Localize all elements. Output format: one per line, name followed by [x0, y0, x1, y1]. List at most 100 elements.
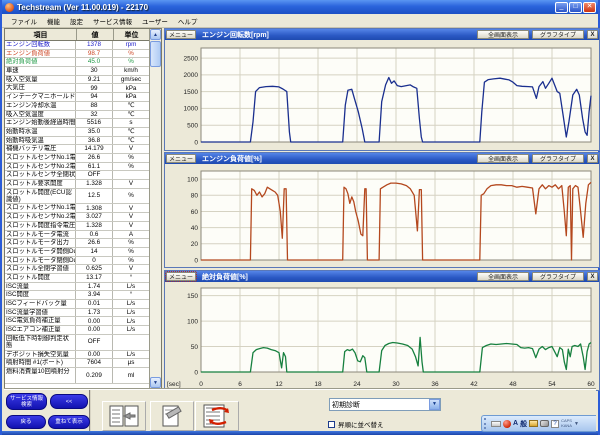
ime-language-bar[interactable]: A 般 ? CAPSKANA ▼: [481, 415, 596, 432]
table-row[interactable]: スロットル開度指令電圧1.328V: [5, 222, 149, 231]
svg-text:60: 60: [587, 381, 595, 388]
table-row[interactable]: スロットルセンサ全閉状態OFF: [5, 171, 149, 180]
menu-item[interactable]: サービス情報: [88, 16, 137, 26]
ime-options-icon[interactable]: ▼: [574, 421, 579, 427]
fullscreen-button[interactable]: 全画面表示: [477, 272, 529, 281]
cell-item: スロットルモータ電流: [5, 231, 76, 239]
cell-value: 26.6: [76, 154, 113, 162]
ime-input-mode[interactable]: A: [513, 420, 518, 427]
scroll-thumb[interactable]: [150, 41, 161, 67]
tools-icon[interactable]: [540, 420, 549, 427]
table-row[interactable]: エンジン冷却水温88℃: [5, 102, 149, 111]
drag-handle[interactable]: [484, 418, 489, 429]
table-row[interactable]: 吸入空気温度32℃: [5, 111, 149, 120]
table-row[interactable]: ISC開度3.94°: [5, 291, 149, 300]
table-row[interactable]: ISC電気負荷補正量0.00L/s: [5, 317, 149, 326]
menu-item[interactable]: ヘルプ: [173, 16, 203, 26]
table-row[interactable]: スロットルセンサNo.1電圧比26.6%: [5, 154, 149, 163]
scroll-up-button[interactable]: ▲: [150, 29, 161, 40]
table-row[interactable]: 吸入空気量9.21gm/sec: [5, 76, 149, 85]
refresh-list-button[interactable]: [195, 401, 239, 431]
cell-unit: °: [113, 291, 149, 299]
chart-close-button[interactable]: X: [587, 30, 598, 39]
chart-menu-button[interactable]: メニュー: [166, 154, 196, 163]
table-row[interactable]: ISC流量1.74L/s: [5, 283, 149, 292]
back-button[interactable]: 戻る: [6, 415, 46, 429]
menubar: ファイル機能設定サービス情報ユーザーヘルプ: [2, 14, 598, 28]
table-row[interactable]: ISCフィードバック量0.01L/s: [5, 300, 149, 309]
annotate-button[interactable]: [150, 401, 194, 431]
table-row[interactable]: スロットルモータ閉側Duty比0%: [5, 257, 149, 266]
cell-unit: V: [113, 222, 149, 230]
table-row[interactable]: 燃料消費量10回噴射分0.209ml: [5, 368, 149, 384]
cell-item: インテークマニホールド圧: [5, 93, 76, 101]
keyboard-icon[interactable]: [491, 421, 501, 427]
menu-item[interactable]: ファイル: [6, 16, 42, 26]
graphtype-button[interactable]: グラフタイプ: [532, 272, 584, 281]
sort-checkbox[interactable]: [328, 421, 335, 428]
menu-item[interactable]: 機能: [42, 16, 65, 26]
collapse-button[interactable]: <<: [50, 394, 88, 409]
table-row[interactable]: エンジン回転数1378rpm: [5, 41, 149, 50]
table-row[interactable]: 絶対負荷値45.0%: [5, 58, 149, 67]
chart-panel-header: メニュー エンジン回転数[rpm] 全画面表示 グラフタイプ X: [165, 29, 599, 40]
table-row[interactable]: スロットル開度(ECU認識値)12.5%: [5, 189, 149, 205]
table-row[interactable]: 車速30km/h: [5, 67, 149, 76]
svg-text:[sec]: [sec]: [167, 381, 181, 388]
chart-panel-header: メニュー 絶対負荷値[%] 全画面表示 グラフタイプ X: [165, 271, 599, 282]
graphtype-button[interactable]: グラフタイプ: [532, 30, 584, 39]
cell-value: 14.179: [76, 145, 113, 153]
table-row[interactable]: デポジット損失空気量0.00L/s: [5, 351, 149, 360]
chart-close-button[interactable]: X: [587, 154, 598, 163]
table-row[interactable]: スロットルセンサNo.2電圧3.027V: [5, 213, 149, 222]
table-row[interactable]: エンジン負荷値98.7%: [5, 50, 149, 59]
table-row[interactable]: スロットル全閉学習値0.625V: [5, 265, 149, 274]
menu-item[interactable]: 設定: [65, 16, 88, 26]
maximize-button[interactable]: □: [569, 2, 582, 13]
table-row[interactable]: 補機バッテリ電圧14.179V: [5, 145, 149, 154]
chart-title: エンジン回転数[rpm]: [202, 30, 474, 40]
table-row[interactable]: 大気圧99kPa: [5, 84, 149, 93]
table-row[interactable]: ISC流量学習値1.73L/s: [5, 309, 149, 318]
chart-menu-button[interactable]: メニュー: [166, 272, 196, 281]
table-row[interactable]: スロットル開度13.17°: [5, 274, 149, 283]
chart-plot: 05001000150020002500: [165, 40, 599, 150]
table-row[interactable]: インテークマニホールド圧94kPa: [5, 93, 149, 102]
table-row[interactable]: スロットルセンサNo.2電圧比61.1%: [5, 163, 149, 172]
table-row[interactable]: スロットルセンサNo.1電圧1.308V: [5, 204, 149, 213]
table-row[interactable]: スロットル要求開度1.328V: [5, 180, 149, 189]
table-row[interactable]: 噴射時間 #1(ポート)7604μs: [5, 359, 149, 368]
minimize-button[interactable]: _: [555, 2, 568, 13]
table-row[interactable]: ISCエアコン補正量0.00L/s: [5, 326, 149, 335]
table-row[interactable]: スロットルモータ出力26.6%: [5, 239, 149, 248]
graphtype-button[interactable]: グラフタイプ: [532, 154, 584, 163]
compare-list-button[interactable]: [102, 401, 146, 431]
chart-close-button[interactable]: X: [587, 272, 598, 281]
cell-item: スロットルセンサNo.1電圧比: [5, 154, 76, 162]
table-row[interactable]: スロットルモータ開側Duty比14%: [5, 248, 149, 257]
cell-item: ISCフィードバック量: [5, 300, 76, 308]
cell-item: 始動時水温: [5, 128, 76, 136]
table-row[interactable]: エンジン始動後経過時間5516s: [5, 119, 149, 128]
table-scrollbar[interactable]: ▲ ▼: [149, 29, 161, 388]
menu-item[interactable]: ユーザー: [137, 16, 173, 26]
scroll-down-button[interactable]: ▼: [150, 377, 161, 388]
chart-menu-button[interactable]: メニュー: [166, 30, 196, 39]
ime-pad-icon[interactable]: [529, 420, 538, 427]
table-row[interactable]: 始動時吸気温36.8℃: [5, 137, 149, 146]
chevron-down-icon[interactable]: ▼: [429, 399, 440, 410]
overlay-display-button[interactable]: 重ねて表示: [48, 415, 90, 429]
table-row[interactable]: スロットルモータ電流0.6A: [5, 231, 149, 240]
ime-conversion-mode[interactable]: 般: [520, 419, 527, 429]
fullscreen-button[interactable]: 全画面表示: [477, 30, 529, 39]
ime-on-icon[interactable]: [503, 420, 511, 428]
close-button[interactable]: ✕: [583, 2, 596, 13]
fullscreen-button[interactable]: 全画面表示: [477, 154, 529, 163]
help-icon[interactable]: ?: [551, 420, 559, 428]
cell-item: デポジット損失空気量: [5, 351, 76, 359]
cell-value: OFF: [76, 335, 113, 350]
service-info-search-button[interactable]: サービス情報検索: [6, 393, 47, 410]
table-row[interactable]: 回転低下時制御判定状態OFF: [5, 335, 149, 351]
diagnosis-dropdown[interactable]: 初期診断 ▼: [329, 398, 441, 411]
table-row[interactable]: 始動時水温35.0℃: [5, 128, 149, 137]
